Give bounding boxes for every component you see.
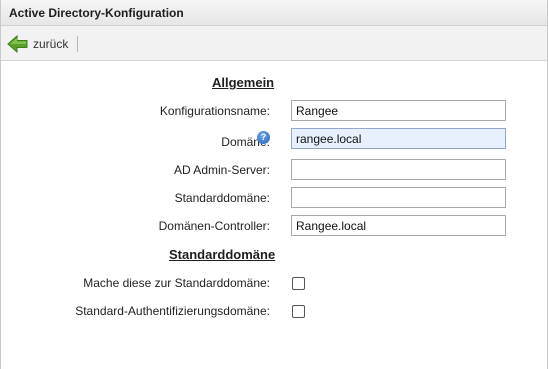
make-default-label: Mache diese zur Standarddomäne: [83, 276, 270, 290]
ad-admin-server-label: AD Admin-Server: [173, 163, 270, 177]
window-title: Active Directory-Konfiguration [1, 0, 547, 26]
default-domain-input[interactable] [291, 187, 506, 208]
ad-admin-server-input[interactable] [291, 159, 506, 180]
auth-domain-label: Standard-Authentifizierungsdomäne: [75, 304, 270, 318]
section-general-title: Allgemein [212, 75, 275, 90]
config-name-label: Konfigurationsname: [159, 104, 270, 118]
toolbar: zurück [1, 26, 547, 61]
back-arrow-icon [7, 34, 29, 54]
back-label: zurück [33, 37, 69, 51]
domain-input[interactable] [291, 128, 506, 149]
default-domain-label: Standarddomäne: [174, 191, 270, 205]
ad-config-window: Active Directory-Konfiguration zurück Al… [0, 0, 548, 369]
help-icon[interactable]: ? [257, 131, 270, 144]
domain-controller-input[interactable] [291, 215, 506, 236]
auth-domain-checkbox[interactable] [292, 305, 305, 318]
section-default-domain-title: Standarddomäne [169, 247, 276, 262]
config-name-input[interactable] [291, 100, 506, 121]
toolbar-separator [77, 36, 78, 52]
back-button[interactable]: zurück [7, 33, 68, 55]
domain-controller-label: Domänen-Controller: [158, 219, 270, 233]
make-default-checkbox[interactable] [292, 277, 305, 290]
